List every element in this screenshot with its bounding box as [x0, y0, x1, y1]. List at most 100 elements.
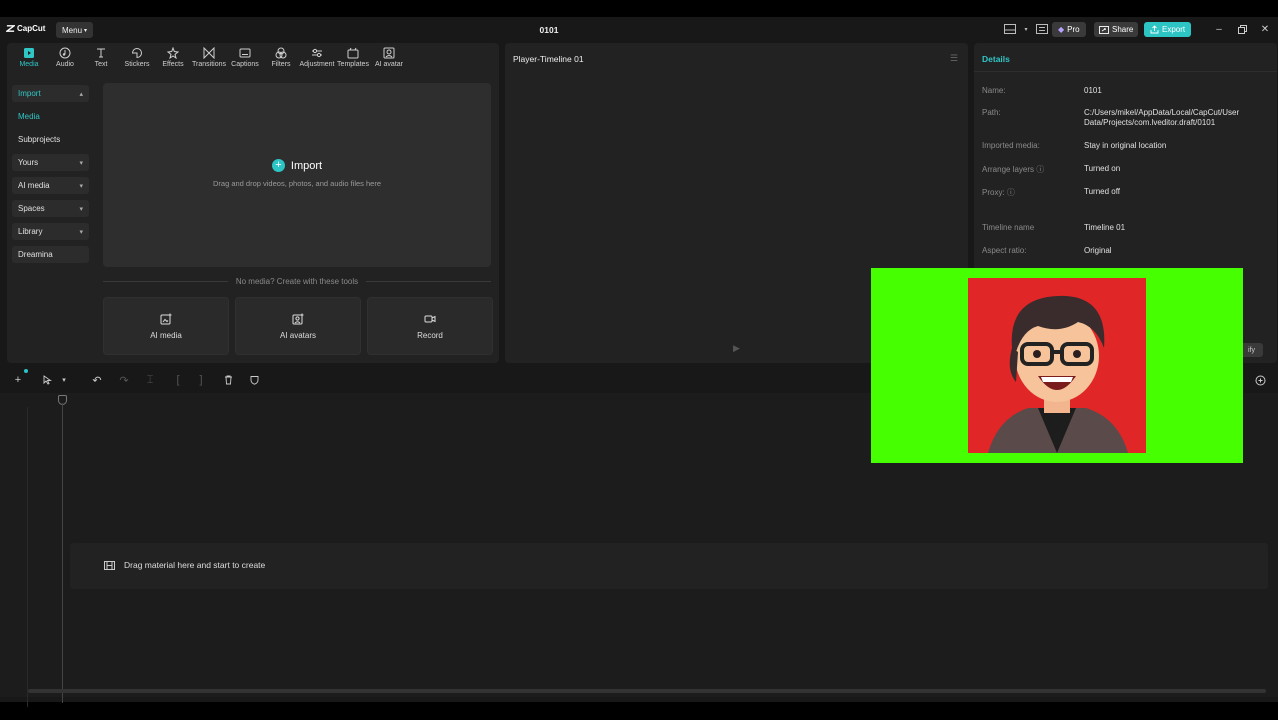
- sidebar-item-label: Import: [18, 89, 41, 98]
- tool-label: Transitions: [192, 61, 226, 68]
- shield-icon[interactable]: [248, 374, 260, 386]
- tool-filters[interactable]: Filters: [263, 47, 299, 73]
- sidebar-item-dreamina[interactable]: Dreamina: [12, 246, 89, 263]
- sidebar-item-media[interactable]: Media: [12, 108, 89, 125]
- player-title: Player-Timeline 01: [513, 54, 584, 64]
- tool-card-label: AI media: [150, 330, 182, 340]
- layout-icon[interactable]: [1003, 23, 1017, 35]
- trim-right-icon[interactable]: ]: [195, 374, 207, 386]
- undo-icon[interactable]: ↶: [91, 374, 103, 387]
- tool-adjustment[interactable]: Adjustment: [299, 47, 335, 73]
- info-icon: ⓘ: [1036, 165, 1045, 174]
- tool-label: AI avatar: [374, 61, 403, 68]
- detail-value: Stay in original location: [1084, 141, 1167, 150]
- split-icon[interactable]: ⌶: [144, 374, 156, 386]
- detail-key: Name:: [982, 86, 1006, 95]
- tool-captions[interactable]: Captions: [227, 47, 263, 73]
- sidebar-item-ai-media[interactable]: AI media ▾: [12, 177, 89, 194]
- tool-text[interactable]: Text: [83, 47, 119, 73]
- detail-row-name: Name: 0101: [982, 86, 1264, 96]
- project-title: 0101: [539, 25, 559, 35]
- restore-icon[interactable]: [1236, 23, 1248, 35]
- ai-avatars-icon: [292, 313, 304, 324]
- tool-media[interactable]: Media: [11, 47, 47, 73]
- chevron-down-icon: ▾: [79, 182, 83, 190]
- chevron-down-icon[interactable]: ▾: [58, 374, 70, 386]
- zoom-in-icon[interactable]: [1254, 374, 1266, 386]
- import-dropzone[interactable]: + Import Drag and drop videos, photos, a…: [103, 83, 491, 267]
- share-button[interactable]: Share: [1094, 22, 1139, 37]
- import-button[interactable]: + Import: [103, 159, 491, 172]
- chevron-down-icon: ▾: [79, 159, 83, 167]
- detail-key: Path:: [982, 108, 1001, 117]
- media-sidebar: Import ▴ Media Subprojects Yours ▾ AI me…: [12, 85, 89, 269]
- tool-audio[interactable]: Audio: [47, 47, 83, 73]
- tool-label: Media: [19, 61, 39, 68]
- detail-key: Arrange layers: [982, 165, 1035, 174]
- no-media-divider: No media? Create with these tools: [103, 277, 492, 286]
- transitions-icon: [203, 47, 215, 59]
- effects-icon: [167, 47, 179, 59]
- trim-left-icon[interactable]: [: [172, 374, 184, 386]
- stickers-icon: [131, 48, 142, 59]
- close-icon[interactable]: ✕: [1259, 23, 1271, 35]
- no-media-text: No media? Create with these tools: [235, 277, 359, 286]
- ai-avatar-icon: [383, 47, 395, 59]
- sidebar-item-label: Subprojects: [18, 135, 61, 144]
- play-icon[interactable]: ▶: [733, 343, 740, 354]
- chevron-down-icon[interactable]: ▾: [1023, 23, 1029, 35]
- tool-transitions[interactable]: Transitions: [191, 47, 227, 73]
- export-button[interactable]: Export: [1144, 22, 1192, 37]
- drop-hint: Drag and drop videos, photos, and audio …: [212, 179, 382, 188]
- tool-effects[interactable]: Effects: [155, 47, 191, 73]
- record-card[interactable]: Record: [367, 297, 493, 355]
- select-cursor-icon[interactable]: [41, 374, 53, 386]
- divider: [974, 71, 1277, 72]
- minimize-icon[interactable]: –: [1213, 23, 1225, 35]
- chevron-up-icon: ▴: [79, 90, 83, 98]
- sidebar-item-subprojects[interactable]: Subprojects: [12, 131, 89, 148]
- tool-label: Audio: [56, 61, 74, 68]
- pro-button[interactable]: ◆ Pro: [1052, 22, 1086, 37]
- sidebar-item-label: Media: [18, 112, 40, 121]
- tool-card-label: AI avatars: [279, 330, 316, 340]
- tool-label: Captions: [231, 61, 259, 68]
- sidebar-item-library[interactable]: Library ▾: [12, 223, 89, 240]
- tool-stickers[interactable]: Stickers: [119, 47, 155, 73]
- chevron-down-icon: ▾: [79, 205, 83, 213]
- detail-key: Aspect ratio:: [982, 246, 1027, 255]
- add-track-icon[interactable]: +: [12, 374, 24, 386]
- playhead[interactable]: [62, 403, 63, 703]
- tool-card-label: Record: [417, 330, 443, 340]
- detail-row-path: Path: C:/Users/mikel/AppData/Local/CapCu…: [982, 108, 1264, 128]
- sidebar-item-yours[interactable]: Yours ▾: [12, 154, 89, 171]
- horizontal-scrollbar[interactable]: [28, 689, 1266, 693]
- ai-media-card[interactable]: AI media: [103, 297, 229, 355]
- modify-button[interactable]: ify: [1240, 343, 1263, 357]
- delete-icon[interactable]: [222, 374, 234, 386]
- track-label: Drag material here and start to create: [104, 560, 265, 570]
- sidebar-item-spaces[interactable]: Spaces ▾: [12, 200, 89, 217]
- detail-row-imported-media: Imported media: Stay in original locatio…: [982, 141, 1264, 151]
- main-track-dropzone[interactable]: Drag material here and start to create: [70, 543, 1268, 589]
- divider: [103, 281, 228, 282]
- chevron-down-icon: ▾: [79, 228, 83, 236]
- tool-ai-avatar[interactable]: AI avatar: [371, 47, 407, 73]
- detail-value: Timeline 01: [1084, 223, 1126, 232]
- ai-avatars-card[interactable]: AI avatars: [235, 297, 361, 355]
- detail-row-aspect-ratio: Aspect ratio: Original: [982, 246, 1264, 256]
- detail-key: Proxy:: [982, 188, 1005, 197]
- media-panel: Media Audio Text Stickers Effects Transi…: [7, 43, 499, 363]
- tool-templates[interactable]: Templates: [335, 47, 371, 73]
- detail-key-wrap: Arrange layers ⓘ: [982, 164, 1084, 175]
- audio-icon: [59, 47, 71, 59]
- captions-icon: [239, 48, 251, 58]
- ai-media-icon: [160, 313, 172, 324]
- redo-icon[interactable]: ↷: [118, 374, 130, 387]
- shortcuts-icon[interactable]: [1035, 23, 1049, 35]
- sidebar-item-label: Spaces: [18, 204, 45, 213]
- sidebar-item-import[interactable]: Import ▴: [12, 85, 89, 102]
- detail-row-timeline-name: Timeline name Timeline 01: [982, 223, 1264, 233]
- hamburger-icon[interactable]: ☰: [950, 53, 958, 64]
- track-header-divider: [27, 407, 28, 707]
